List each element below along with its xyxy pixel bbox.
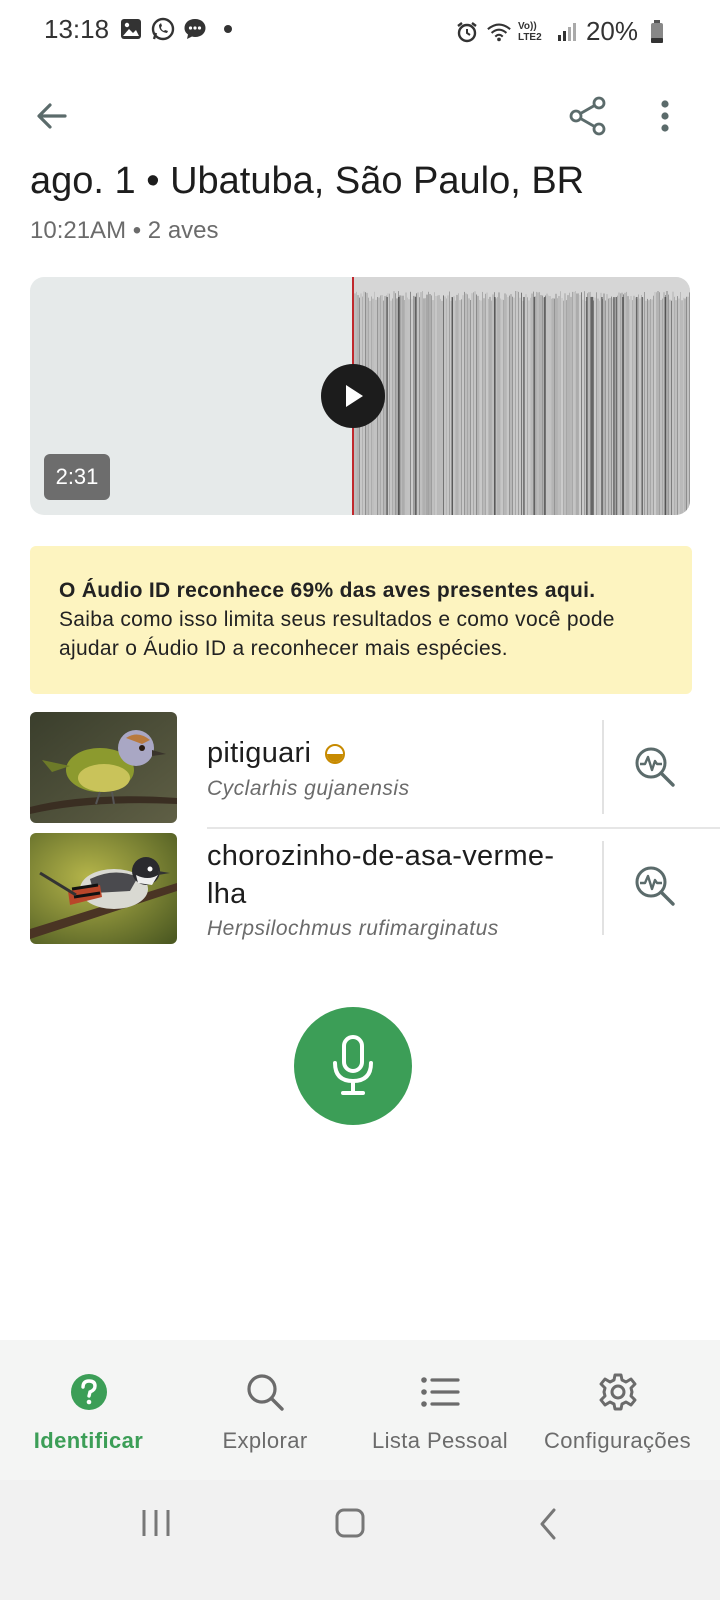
- list-icon: [418, 1370, 462, 1414]
- row-divider: [207, 827, 720, 829]
- bottom-navigation: Identificar Explorar Lista Pessoal Confi…: [0, 1340, 720, 1480]
- result-scientific-name: Cyclarhis gujanensis: [207, 777, 410, 800]
- audio-id-notice[interactable]: O Áudio ID reconhece 69% das aves presen…: [30, 546, 692, 694]
- nav-label: Configurações: [543, 1428, 692, 1453]
- bird-photo: [30, 833, 177, 944]
- share-button[interactable]: [560, 88, 616, 144]
- system-navigation-bar: [0, 1480, 720, 1600]
- gallery-icon: [118, 16, 144, 42]
- top-app-bar: [0, 80, 720, 152]
- result-common-name: pitiguari: [207, 734, 346, 772]
- play-button[interactable]: [321, 364, 385, 428]
- home-button[interactable]: [333, 1506, 369, 1542]
- microphone-icon: [333, 1035, 373, 1095]
- home-icon: [335, 1508, 365, 1538]
- battery-percent: 20%: [585, 16, 638, 46]
- battery-icon: [644, 19, 670, 45]
- notification-icons: [118, 16, 232, 42]
- spectrogram[interactable]: 2:31: [30, 277, 690, 515]
- nav-label: Lista Pessoal: [371, 1428, 509, 1453]
- nav-label: Explorar: [222, 1428, 308, 1453]
- alarm-icon: [454, 19, 480, 45]
- search-icon: [243, 1370, 287, 1414]
- nav-label: Identificar: [33, 1428, 144, 1453]
- nav-configuracoes[interactable]: Configurações: [535, 1340, 700, 1480]
- status-bar: 13:18 Vo)) LTE2 20%: [0, 0, 720, 60]
- audio-search-icon: [635, 866, 675, 906]
- volte-icon: Vo)) LTE2: [517, 20, 542, 43]
- recent-apps-icon: [142, 1510, 170, 1536]
- wifi-icon: [486, 19, 512, 45]
- duration-badge: 2:31: [44, 454, 110, 500]
- status-time: 13:18: [44, 14, 110, 44]
- divider: [602, 841, 604, 935]
- more-options-button[interactable]: [637, 88, 693, 144]
- result-scientific-name: Herpsilochmus rufimarginatus: [207, 917, 499, 940]
- system-status-icons: Vo)) LTE2 20%: [454, 16, 670, 47]
- message-icon: [182, 16, 208, 42]
- audio-search-icon: [635, 747, 675, 787]
- page-title: ago. 1 • Ubatuba, São Paulo, BR: [30, 160, 585, 202]
- nav-identificar[interactable]: Identificar: [16, 1340, 161, 1480]
- bird-photo: [30, 712, 177, 823]
- more-vert-icon: [661, 100, 669, 132]
- divider: [602, 720, 604, 814]
- arrow-left-icon: [37, 103, 67, 129]
- half-filled-circle-icon: [325, 744, 346, 765]
- system-back-button[interactable]: [534, 1506, 564, 1542]
- notice-bold-text: O Áudio ID reconhece 69% das aves presen…: [59, 579, 596, 602]
- audio-search-button[interactable]: [628, 859, 682, 913]
- record-button[interactable]: [294, 1007, 412, 1125]
- play-icon: [346, 385, 363, 407]
- chevron-left-icon: [540, 1508, 556, 1540]
- audio-search-button[interactable]: [628, 740, 682, 794]
- result-item[interactable]: pitiguari Cyclarhis gujanensis: [0, 712, 720, 824]
- notice-text: Saiba como isso limita seus resultados e…: [59, 608, 615, 660]
- question-circle-icon: [67, 1370, 111, 1414]
- result-item[interactable]: chorozinho-de-asa-verme- lha Herpsilochm…: [0, 833, 720, 949]
- share-icon: [569, 96, 606, 136]
- whatsapp-icon: [150, 16, 176, 42]
- recent-apps-button[interactable]: [136, 1506, 176, 1540]
- recording-subtitle: 10:21AM • 2 aves: [30, 217, 219, 244]
- signal-icon: [554, 19, 580, 45]
- gear-icon: [596, 1370, 640, 1414]
- spectrogram-image: [353, 277, 690, 515]
- result-common-name: chorozinho-de-asa-verme- lha: [207, 840, 555, 910]
- nav-explorar[interactable]: Explorar: [195, 1340, 335, 1480]
- dot-icon: [224, 25, 232, 33]
- back-button[interactable]: [24, 88, 80, 144]
- nav-lista-pessoal[interactable]: Lista Pessoal: [362, 1340, 518, 1480]
